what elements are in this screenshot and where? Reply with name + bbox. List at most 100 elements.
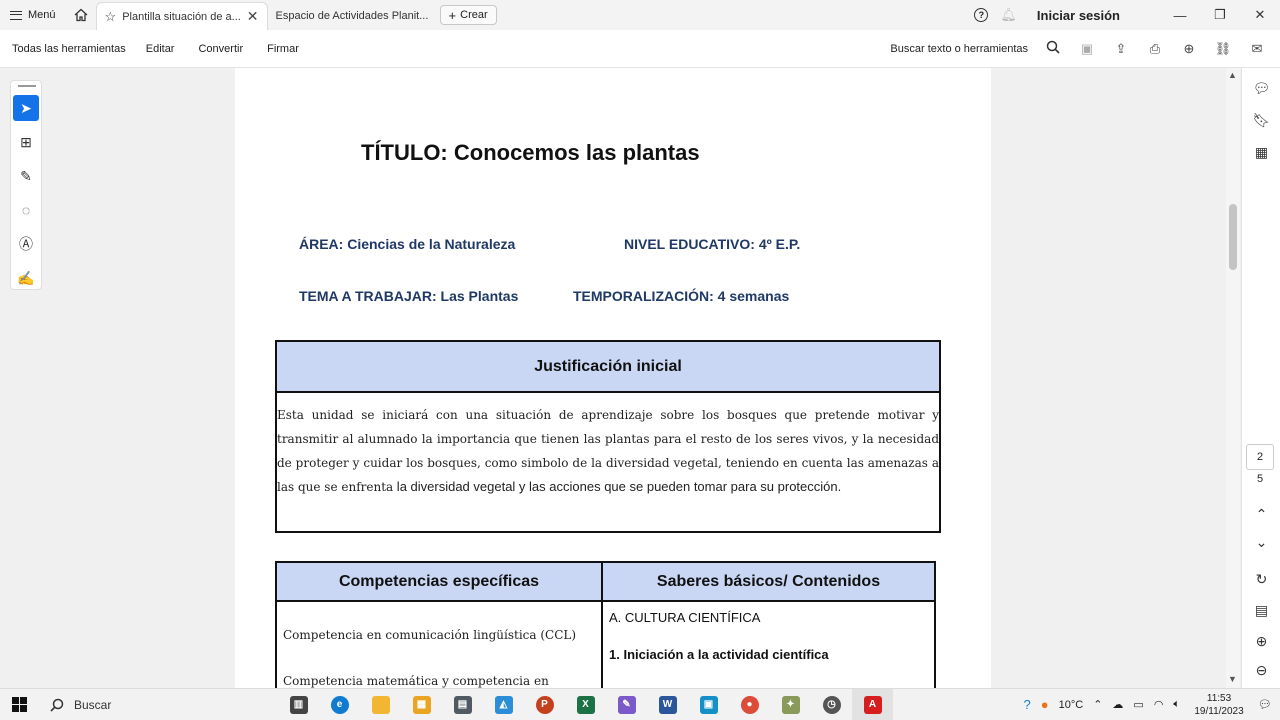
tab-label: Plantilla situación de a...: [122, 10, 241, 23]
text-box-icon[interactable]: Ⓐ: [13, 231, 39, 257]
vertical-scrollbar[interactable]: ▲ ▼: [1226, 68, 1240, 688]
paint-icon[interactable]: ✎: [606, 689, 647, 720]
scroll-down-icon[interactable]: ▼: [1228, 674, 1237, 684]
share-icon[interactable]: ⊕: [1172, 41, 1206, 57]
search-icon[interactable]: [1036, 40, 1070, 57]
print-icon[interactable]: ⎙: [1138, 41, 1172, 57]
right-rail: 💬︎ 🔖︎ ▦ ⌃ ⌄ ↻ ▤ ⊕ ⊖: [1241, 68, 1280, 688]
page-number-input[interactable]: 2: [1246, 444, 1274, 470]
taskbar-search[interactable]: Buscar: [38, 689, 278, 720]
thumbnails-icon[interactable]: ▦: [1242, 136, 1280, 168]
help-icon[interactable]: ?: [974, 8, 989, 22]
rotate-icon[interactable]: ↻: [1242, 563, 1280, 595]
word-icon[interactable]: W: [647, 689, 688, 720]
powerpoint-icon[interactable]: P: [524, 689, 565, 720]
battery-icon[interactable]: ▭: [1133, 698, 1143, 711]
competencies-header-row: Competencias específicas Saberes básicos…: [277, 563, 934, 602]
excel-icon[interactable]: X: [565, 689, 606, 720]
start-button[interactable]: [0, 697, 38, 712]
link-icon[interactable]: ⛓︎: [1206, 41, 1240, 57]
menu-all-tools[interactable]: Todas las herramientas: [0, 43, 134, 55]
home-button[interactable]: [66, 0, 96, 30]
timing-label: TEMPORALIZACIÓN: 4 semanas: [573, 288, 790, 304]
plus-icon: +: [448, 7, 457, 23]
taskbar: Buscar ▥ e ▦ ▤ ◭ P X ✎ W ▣ ● ✦ ◷ A ? ● 1…: [0, 688, 1280, 720]
search-icon: [50, 698, 64, 712]
file-explorer-icon[interactable]: [360, 689, 401, 720]
competencies-row: Competencia en comunicación lingüística …: [277, 602, 934, 688]
scroll-up-icon[interactable]: ▲: [1228, 70, 1237, 80]
hamburger-icon: [10, 10, 22, 20]
contents-item: 1. Iniciación a la actividad científica: [609, 647, 829, 662]
zoom-in-icon[interactable]: ⊕: [1242, 625, 1280, 657]
app-blue-icon[interactable]: ▣: [688, 689, 729, 720]
save-icon[interactable]: ▣: [1070, 41, 1104, 57]
mail-icon[interactable]: ✉: [1240, 41, 1274, 57]
quick-tools-panel: ➤ ⊞ ✎ ◌ Ⓐ ✍: [10, 80, 42, 290]
competencies-table: Competencias específicas Saberes básicos…: [275, 561, 936, 688]
close-window-icon[interactable]: ✕: [1240, 7, 1280, 23]
menu-edit[interactable]: Editar: [134, 43, 187, 55]
calculator-icon[interactable]: ▤: [442, 689, 483, 720]
chrome-icon[interactable]: ●: [729, 689, 770, 720]
highlight-pen-icon[interactable]: ✎: [13, 163, 39, 189]
title-bar: Menú ☆ Plantilla situación de a... ✕ Esp…: [0, 0, 1280, 30]
wifi-icon[interactable]: ◠: [1154, 698, 1164, 711]
task-view-icon[interactable]: ▥: [278, 689, 319, 720]
clock-app-icon[interactable]: ◷: [811, 689, 852, 720]
menu-convert[interactable]: Convertir: [186, 43, 255, 55]
home-icon: [74, 8, 87, 22]
scroll-thumb[interactable]: [1229, 204, 1237, 270]
close-tab-icon[interactable]: ✕: [247, 8, 259, 25]
restore-icon[interactable]: ❐: [1200, 7, 1240, 23]
create-button[interactable]: + Crear: [439, 5, 497, 25]
main-toolbar: Todas las herramientas Editar Convertir …: [0, 30, 1280, 68]
comments-icon[interactable]: 💬︎: [1242, 72, 1280, 104]
taskbar-search-label: Buscar: [74, 697, 112, 712]
page-down-icon[interactable]: ⌄: [1242, 526, 1280, 558]
competencies-header: Competencias específicas: [277, 563, 603, 600]
zoom-out-icon[interactable]: ⊖: [1242, 654, 1280, 686]
bookmark-icon[interactable]: 🔖︎: [1242, 104, 1280, 136]
store-icon[interactable]: ▦: [401, 689, 442, 720]
select-cursor-icon[interactable]: ➤: [13, 95, 39, 121]
contents-header: Saberes básicos/ Contenidos: [656, 572, 881, 590]
panel-grip[interactable]: [18, 85, 36, 87]
tab-label: Espacio de Actividades Planit...: [275, 10, 428, 22]
notifications-icon[interactable]: 💬︎: [1258, 698, 1272, 711]
temperature[interactable]: 10°C: [1059, 699, 1084, 711]
contents-section: A. CULTURA CIENTÍFICA: [609, 610, 761, 625]
clock[interactable]: 11:53 19/11/2023: [1190, 692, 1248, 718]
menu-button[interactable]: Menú: [0, 0, 66, 30]
tab-plantilla[interactable]: ☆ Plantilla situación de a... ✕: [95, 2, 268, 30]
minimize-icon[interactable]: —: [1160, 8, 1200, 23]
menu-label: Menú: [28, 9, 56, 21]
search-tools-label[interactable]: Buscar texto o herramientas: [890, 43, 1028, 55]
volume-icon[interactable]: 🔈︎: [1173, 698, 1180, 711]
clock-time: 11:53: [1206, 692, 1232, 704]
signin-button[interactable]: Iniciar sesión: [1037, 8, 1120, 23]
competency-item: Competencia matemática y competencia en: [283, 674, 549, 688]
add-comment-icon[interactable]: ⊞: [13, 129, 39, 155]
star-icon[interactable]: ☆: [105, 9, 117, 25]
page-fit-icon[interactable]: ▤: [1242, 594, 1280, 626]
photos-icon[interactable]: ◭: [483, 689, 524, 720]
app-green-icon[interactable]: ✦: [770, 689, 811, 720]
edge-icon[interactable]: e: [319, 689, 360, 720]
tray-chevron-icon[interactable]: ⌃: [1093, 698, 1102, 711]
document-page[interactable]: TÍTULO: Conocemos las plantas ÁREA: Cien…: [235, 68, 991, 688]
lasso-draw-icon[interactable]: ◌: [13, 197, 39, 223]
upload-icon[interactable]: ⇪: [1104, 41, 1138, 57]
workspace: ➤ ⊞ ✎ ◌ Ⓐ ✍ TÍTULO: Conocemos las planta…: [0, 68, 1280, 688]
fill-sign-icon[interactable]: ✍: [13, 265, 39, 291]
justification-sans-text: la diversidad vegetal y las acciones que…: [393, 479, 842, 494]
weather-icon[interactable]: ●: [1041, 697, 1049, 712]
network-icon[interactable]: ☁: [1112, 698, 1123, 711]
bell-icon[interactable]: 🔔︎: [1000, 7, 1017, 23]
acrobat-icon[interactable]: A: [852, 688, 893, 720]
menu-sign[interactable]: Firmar: [255, 43, 311, 55]
windows-icon: [11, 697, 27, 712]
tab-espacio[interactable]: Espacio de Actividades Planit...: [268, 2, 436, 30]
help-tray-icon[interactable]: ?: [1024, 697, 1031, 712]
justification-table: Justificación inicial Esta unidad se ini…: [275, 340, 941, 533]
